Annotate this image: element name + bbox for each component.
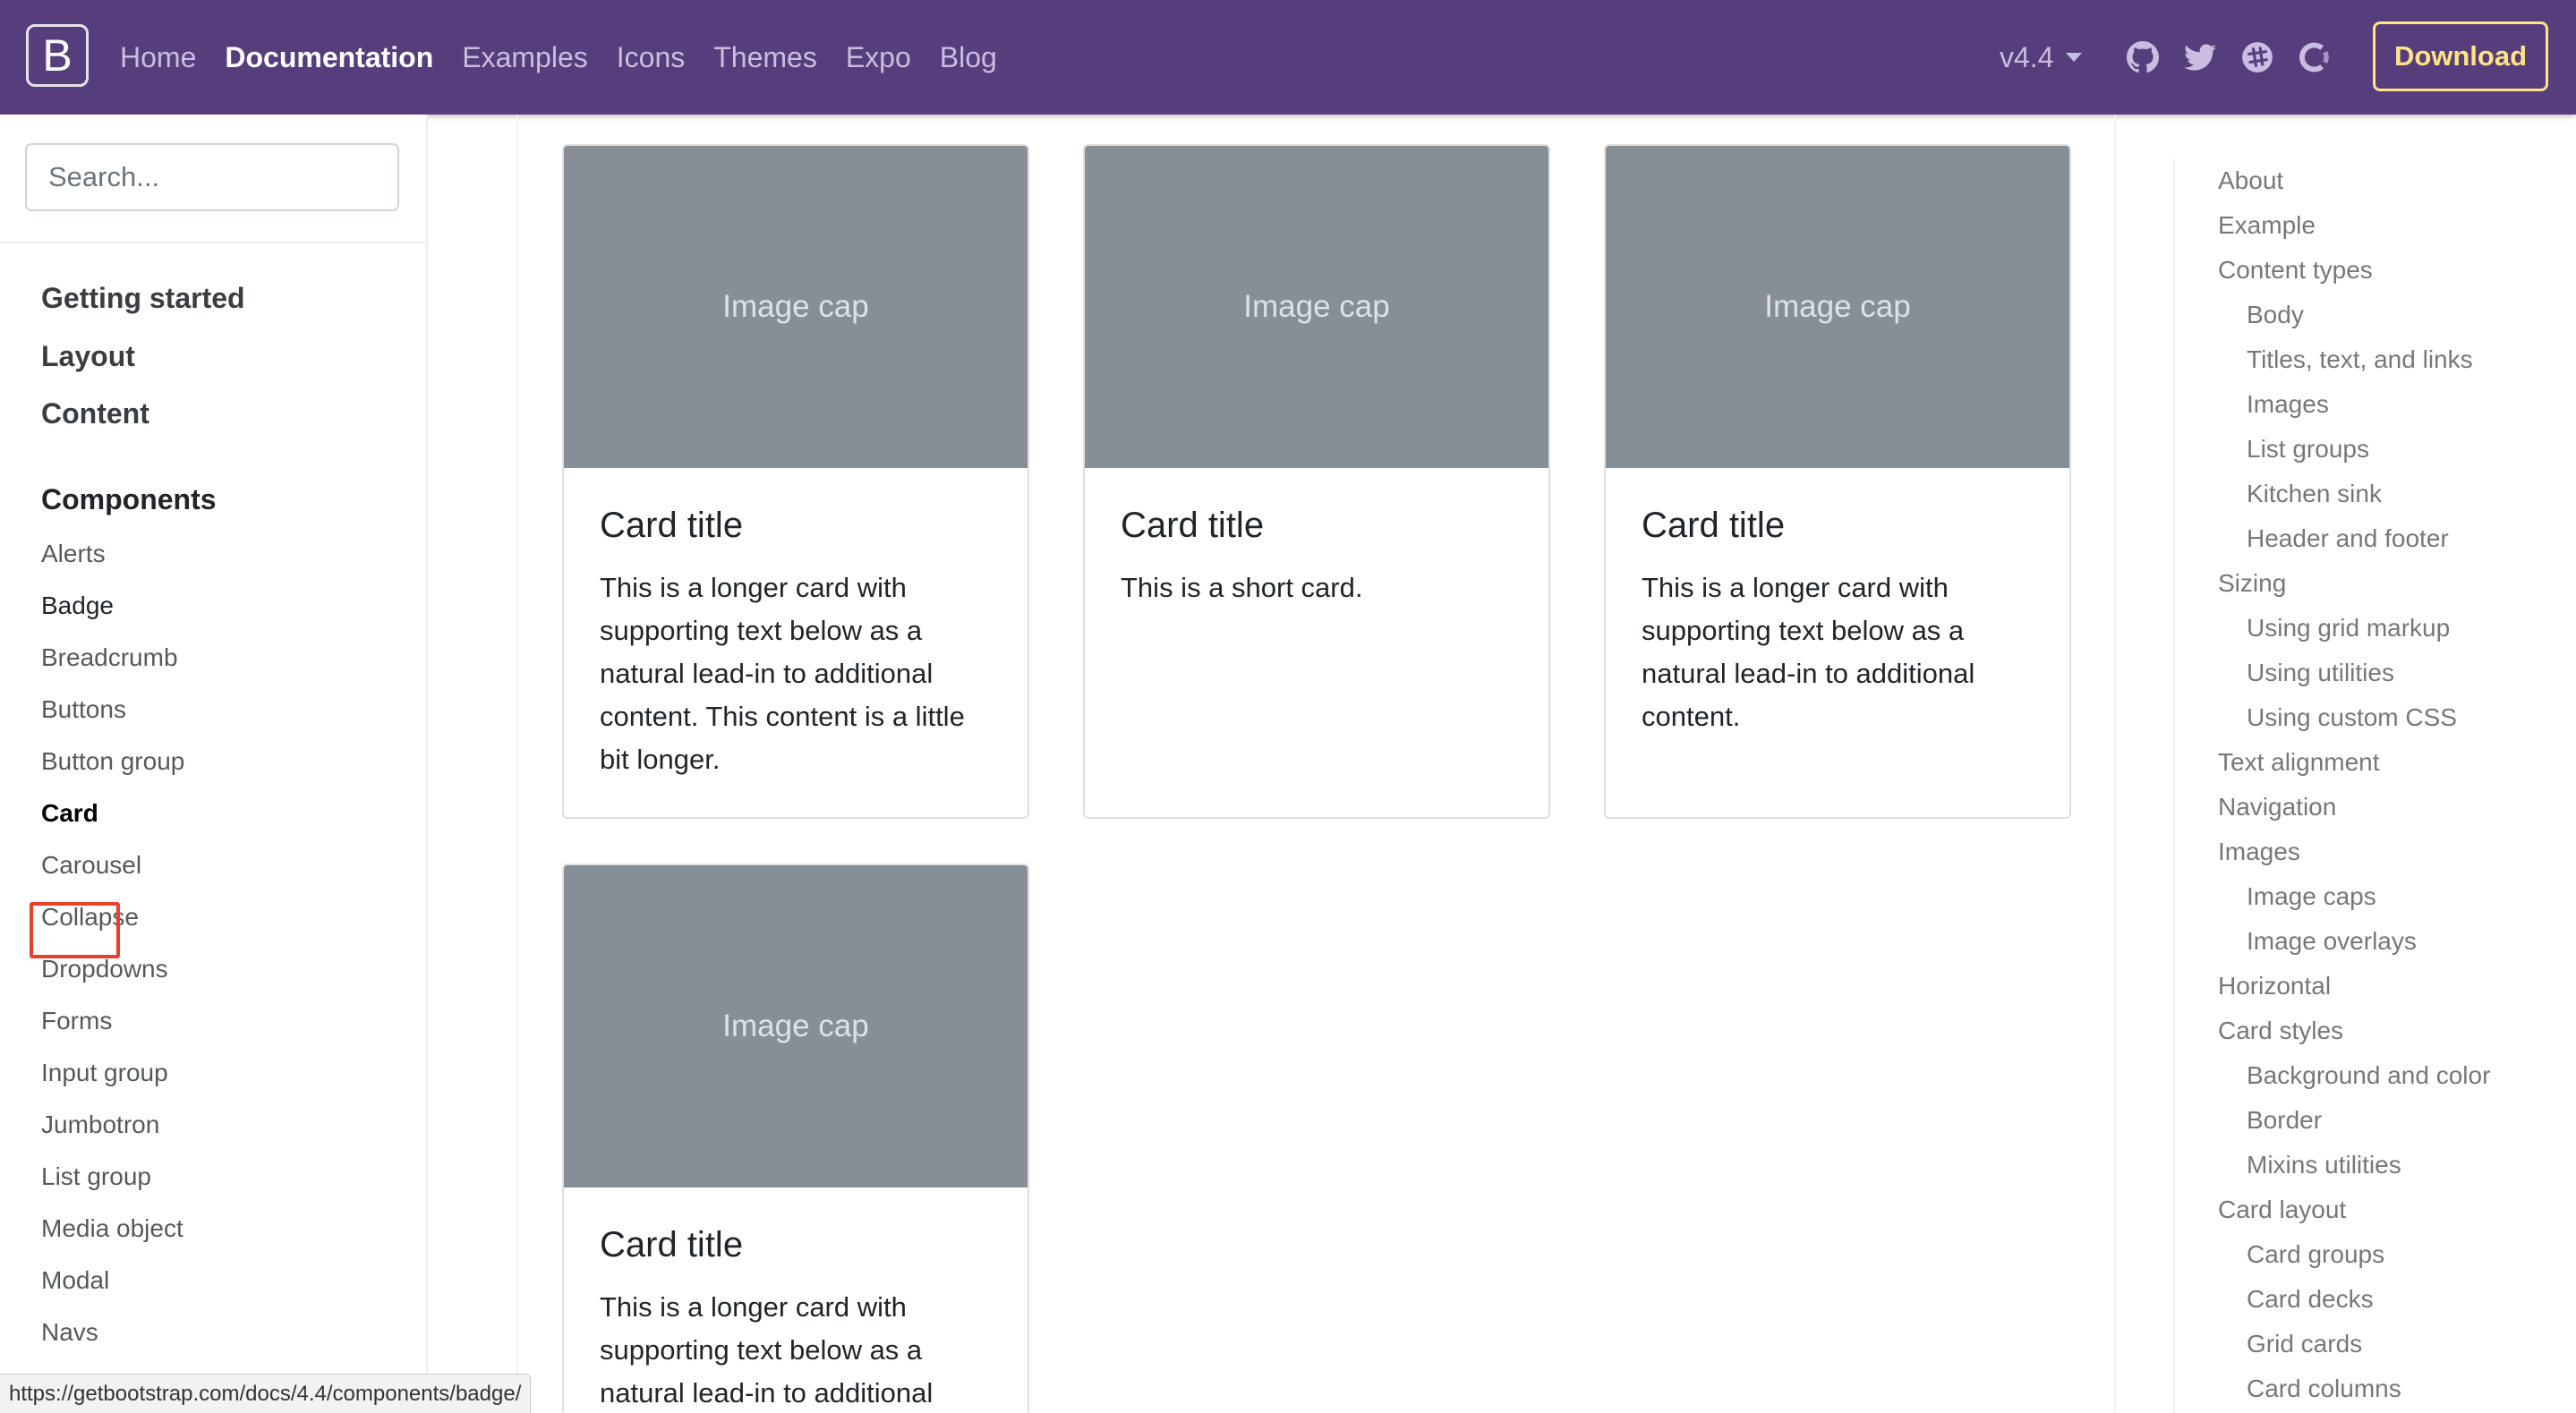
card-image-cap: Image cap (1606, 146, 2069, 468)
sidebar-item-alerts[interactable]: Alerts (41, 540, 106, 568)
toc-item[interactable]: Horizontal (2218, 972, 2331, 1000)
toc-item[interactable]: Sizing (2218, 569, 2286, 598)
sidebar-item-dropdowns[interactable]: Dropdowns (41, 955, 168, 983)
toc-item[interactable]: Card layout (2218, 1196, 2346, 1224)
sidebar-section-getting-started[interactable]: Getting started (41, 282, 245, 315)
sidebar-item-button-group[interactable]: Button group (41, 747, 184, 776)
toc-item[interactable]: Header and footer (2247, 524, 2449, 553)
nav-link-blog[interactable]: Blog (940, 41, 997, 74)
toc-item[interactable]: Kitchen sink (2247, 480, 2382, 508)
card-body: Card title This is a longer card with su… (564, 1187, 1028, 1412)
toc-item[interactable]: Titles, text, and links (2247, 345, 2473, 374)
sidebar-item-navs[interactable]: Navs (41, 1318, 98, 1347)
opencollective-icon[interactable] (2299, 41, 2331, 73)
nav-links: Home Documentation Examples Icons Themes… (120, 0, 1026, 115)
card-1: Image cap Card title This is a longer ca… (562, 144, 1029, 819)
toc-item[interactable]: Border (2247, 1106, 2322, 1135)
sidebar-item-media-object[interactable]: Media object (41, 1214, 183, 1243)
card-body: Card title This is a longer card with su… (1606, 468, 2069, 738)
version-label: v4.4 (2000, 40, 2054, 73)
toc-item[interactable]: Card groups (2247, 1240, 2384, 1269)
card-text: This is a short card. (1121, 572, 1363, 603)
card-text: This is a longer card with supporting te… (1642, 572, 1975, 732)
browser-status-url: https://getbootstrap.com/docs/4.4/compon… (0, 1374, 532, 1413)
search-input[interactable] (25, 143, 399, 211)
toc-item[interactable]: Body (2247, 301, 2304, 329)
toc-item[interactable]: Navigation (2218, 793, 2336, 821)
toc-item[interactable]: Using grid markup (2247, 614, 2450, 643)
nav-link-examples[interactable]: Examples (462, 41, 588, 74)
slack-icon[interactable] (2241, 41, 2273, 73)
nav-link-expo[interactable]: Expo (846, 41, 911, 74)
caret-down-icon (2066, 53, 2083, 62)
toc-item[interactable]: Mixins utilities (2247, 1151, 2401, 1179)
toc-border (2173, 159, 2175, 1412)
toc-item[interactable]: About (2218, 166, 2283, 195)
sidebar-section-content[interactable]: Content (41, 397, 149, 430)
sidebar-item-forms[interactable]: Forms (41, 1007, 112, 1035)
nav-link-documentation[interactable]: Documentation (225, 41, 433, 74)
card-text: This is a longer card with supporting te… (600, 1291, 934, 1409)
version-dropdown[interactable]: v4.4 (2000, 0, 2083, 115)
main-left-gutter (516, 115, 518, 1412)
nav-link-icons[interactable]: Icons (617, 41, 685, 74)
card-title: Card title (600, 1225, 744, 1264)
toc-item[interactable]: Background and color (2247, 1061, 2490, 1090)
card-title: Card title (600, 506, 744, 545)
toc-item[interactable]: List groups (2247, 435, 2369, 464)
card-body: Card title This is a longer card with su… (564, 468, 1028, 781)
search-section (0, 115, 426, 243)
toc-item[interactable]: Card decks (2247, 1285, 2374, 1314)
sidebar-item-input-group[interactable]: Input group (41, 1059, 168, 1087)
twitter-icon[interactable] (2184, 41, 2216, 73)
toc-item[interactable]: Image caps (2247, 882, 2376, 911)
card-image-cap: Image cap (564, 146, 1028, 468)
sidebar-section-layout[interactable]: Layout (41, 340, 135, 373)
bootstrap-logo[interactable]: B (26, 24, 89, 87)
sidebar-item-breadcrumb[interactable]: Breadcrumb (41, 643, 178, 672)
toc-item[interactable]: Card columns (2247, 1375, 2401, 1403)
sidebar-item-carousel[interactable]: Carousel (41, 851, 141, 880)
card-3: Image cap Card title This is a longer ca… (1604, 144, 2071, 819)
toc-item[interactable]: Using custom CSS (2247, 703, 2457, 732)
card-text: This is a longer card with supporting te… (600, 572, 965, 775)
sidebar-item-card[interactable]: Card (41, 799, 98, 828)
card-body: Card title This is a short card. (1085, 468, 1548, 609)
nav-link-themes[interactable]: Themes (713, 41, 817, 74)
toc-item[interactable]: Example (2218, 211, 2316, 240)
sidebar-item-list-group[interactable]: List group (41, 1162, 151, 1191)
top-navbar: B Home Documentation Examples Icons Them… (0, 0, 2576, 115)
download-button[interactable]: Download (2373, 21, 2548, 91)
nav-link-home[interactable]: Home (120, 41, 196, 74)
sidebar-item-modal[interactable]: Modal (41, 1266, 109, 1295)
toc-item[interactable]: Images (2247, 390, 2329, 419)
card-2: Image cap Card title This is a short car… (1083, 144, 1550, 819)
main-right-gutter (2114, 115, 2116, 1412)
toc-item[interactable]: Grid cards (2247, 1330, 2362, 1358)
card-image-cap: Image cap (1085, 146, 1548, 468)
toc-item[interactable]: Card styles (2218, 1017, 2343, 1045)
docs-sidebar: Getting started Layout Content Component… (0, 115, 428, 1412)
toc-item[interactable]: Image overlays (2247, 927, 2417, 956)
card-image-cap: Image cap (564, 865, 1028, 1187)
sidebar-section-components[interactable]: Components (41, 483, 217, 516)
toc-item[interactable]: Images (2218, 838, 2300, 866)
card-title: Card title (1642, 506, 1786, 545)
card-title: Card title (1121, 506, 1265, 545)
card-4: Image cap Card title This is a longer ca… (562, 864, 1029, 1412)
github-icon[interactable] (2127, 41, 2159, 73)
toc-item[interactable]: Using utilities (2247, 659, 2394, 687)
toc-item[interactable]: Content types (2218, 256, 2373, 285)
card-item-highlight (30, 902, 120, 958)
sidebar-item-badge[interactable]: Badge (41, 592, 114, 620)
sidebar-item-buttons[interactable]: Buttons (41, 695, 126, 724)
sidebar-item-jumbotron[interactable]: Jumbotron (41, 1111, 159, 1139)
toc-item[interactable]: Text alignment (2218, 748, 2380, 777)
